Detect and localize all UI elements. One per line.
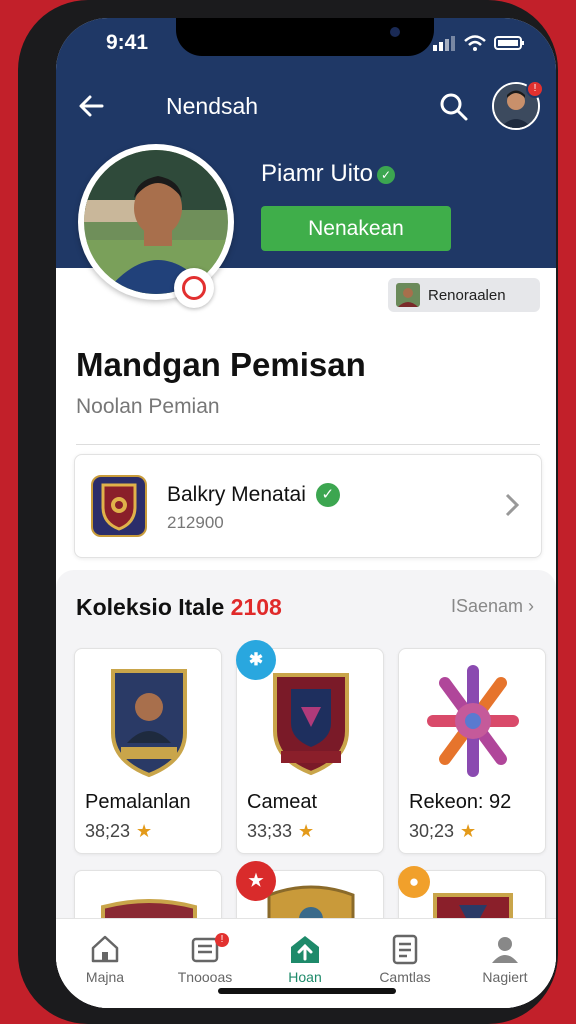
status-icons — [432, 35, 526, 51]
tab-home[interactable]: Majna — [60, 933, 150, 985]
collection-item[interactable]: Rekeon: 92 30;23 ★ — [398, 648, 546, 854]
recommend-label: Renoraalen — [428, 286, 506, 304]
collection-title: Koleksio Itale 2108 — [76, 594, 282, 620]
signal-icon — [433, 36, 455, 51]
star-icon: ★ — [136, 821, 153, 841]
item-price: 33;33 ★ — [247, 821, 315, 841]
item-label: Rekeon: 92 — [409, 791, 512, 813]
item-price: 38;23 ★ — [85, 821, 153, 841]
chevron-right-icon — [505, 493, 520, 517]
upload-icon — [291, 936, 319, 963]
divider — [76, 444, 540, 445]
home-icon — [91, 935, 119, 963]
club-card[interactable]: Balkry Menatai ✓ 212900 — [74, 454, 542, 558]
badge-icon — [427, 665, 519, 777]
tab-list[interactable]: Camtlas — [360, 933, 450, 985]
player-card-icon — [111, 669, 187, 778]
tab-badge: ! — [215, 933, 229, 947]
screen: 9:41 Nendsah ! Piamr Uito ✓ Nenakean Reno… — [56, 18, 556, 1008]
battery-icon — [494, 36, 524, 50]
recommend-chip[interactable]: Renoraalen — [388, 278, 540, 312]
tab-inbox[interactable]: ! Tnoooas — [160, 933, 250, 985]
see-all-link[interactable]: ISaenam › — [451, 596, 534, 617]
search-icon[interactable] — [438, 91, 470, 123]
tab-profile[interactable]: Nagiert — [460, 933, 550, 985]
back-arrow-icon[interactable] — [76, 90, 108, 122]
list-icon — [392, 934, 418, 965]
section-heading: Mandgan Pemisan — [76, 346, 366, 383]
top-bar: Nendsah ! — [56, 78, 556, 134]
verified-icon: ✓ — [315, 483, 340, 508]
collection-item[interactable]: Pemalanlan 38;23 ★ — [74, 648, 222, 854]
verified-icon: ✓ — [377, 165, 396, 184]
tab-bar: Majna ! Tnoooas Hoan Camtlas Nagiert — [56, 918, 556, 1008]
star-icon: ★ — [460, 821, 477, 841]
recommend-avatar — [396, 283, 420, 307]
club-name: Balkry Menatai ✓ — [167, 483, 340, 508]
tab-hoan[interactable]: Hoan — [260, 933, 350, 985]
chevron-right-icon: › — [528, 596, 534, 616]
club-number: 212900 — [167, 513, 224, 532]
item-badge-orange: ● — [398, 866, 430, 898]
home-indicator[interactable] — [218, 988, 396, 994]
phone-frame: 9:41 Nendsah ! Piamr Uito ✓ Nenakean Reno… — [18, 0, 558, 1024]
live-badge-icon — [174, 268, 214, 308]
item-price: 30;23 ★ — [409, 821, 477, 841]
notch — [176, 18, 434, 56]
item-label: Pemalanlan — [85, 791, 191, 813]
section-subheading: Noolan Pemian — [76, 395, 220, 418]
follow-button[interactable]: Nenakean — [261, 206, 451, 251]
profile-icon — [492, 937, 518, 963]
wifi-icon — [464, 35, 486, 51]
crest-icon — [273, 673, 349, 776]
status-time: 9:41 — [106, 31, 149, 54]
star-icon: ★ — [298, 821, 315, 841]
item-badge-blue: ✱ — [236, 640, 276, 680]
item-badge-red: ★ — [236, 861, 276, 901]
notification-badge: ! — [526, 80, 544, 98]
page-title: Nendsah — [166, 93, 259, 119]
profile-name: Piamr Uito ✓ — [261, 160, 396, 188]
camera-dot — [390, 27, 400, 37]
club-emblem-icon — [91, 475, 147, 537]
item-label: Cameat — [247, 791, 318, 813]
